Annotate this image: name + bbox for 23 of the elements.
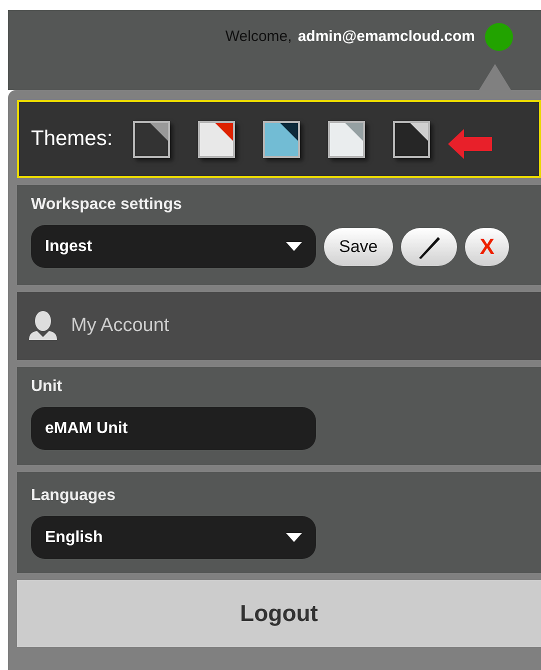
language-dropdown[interactable]: English [31, 516, 316, 559]
section-label: Languages [31, 486, 116, 506]
themes-label: Themes: [31, 126, 113, 152]
theme-swatch[interactable] [392, 120, 430, 158]
caret-icon [286, 533, 302, 542]
arrow-icon [448, 129, 492, 159]
save-button[interactable]: Save [324, 228, 393, 266]
user-icon [29, 310, 57, 342]
theme-swatch[interactable] [132, 120, 170, 158]
caret-icon [286, 242, 302, 251]
edit-button[interactable] [400, 228, 457, 266]
my-account-link[interactable]: My Account [71, 312, 170, 340]
delete-button[interactable]: X [464, 228, 510, 266]
workspace-dropdown[interactable]: Ingest [31, 225, 316, 268]
user-email[interactable]: admin@emamcloud.com [298, 26, 475, 48]
theme-swatch[interactable] [198, 120, 235, 158]
section-label: Workspace settings [31, 195, 183, 215]
theme-swatch[interactable] [262, 120, 300, 158]
unit-field[interactable]: eMAM Unit [31, 407, 316, 450]
theme-swatch[interactable] [328, 120, 365, 158]
section-label: Unit [31, 377, 64, 397]
logout-button[interactable]: Logout [17, 580, 541, 647]
welcome-text: Welcome, [225, 26, 292, 47]
